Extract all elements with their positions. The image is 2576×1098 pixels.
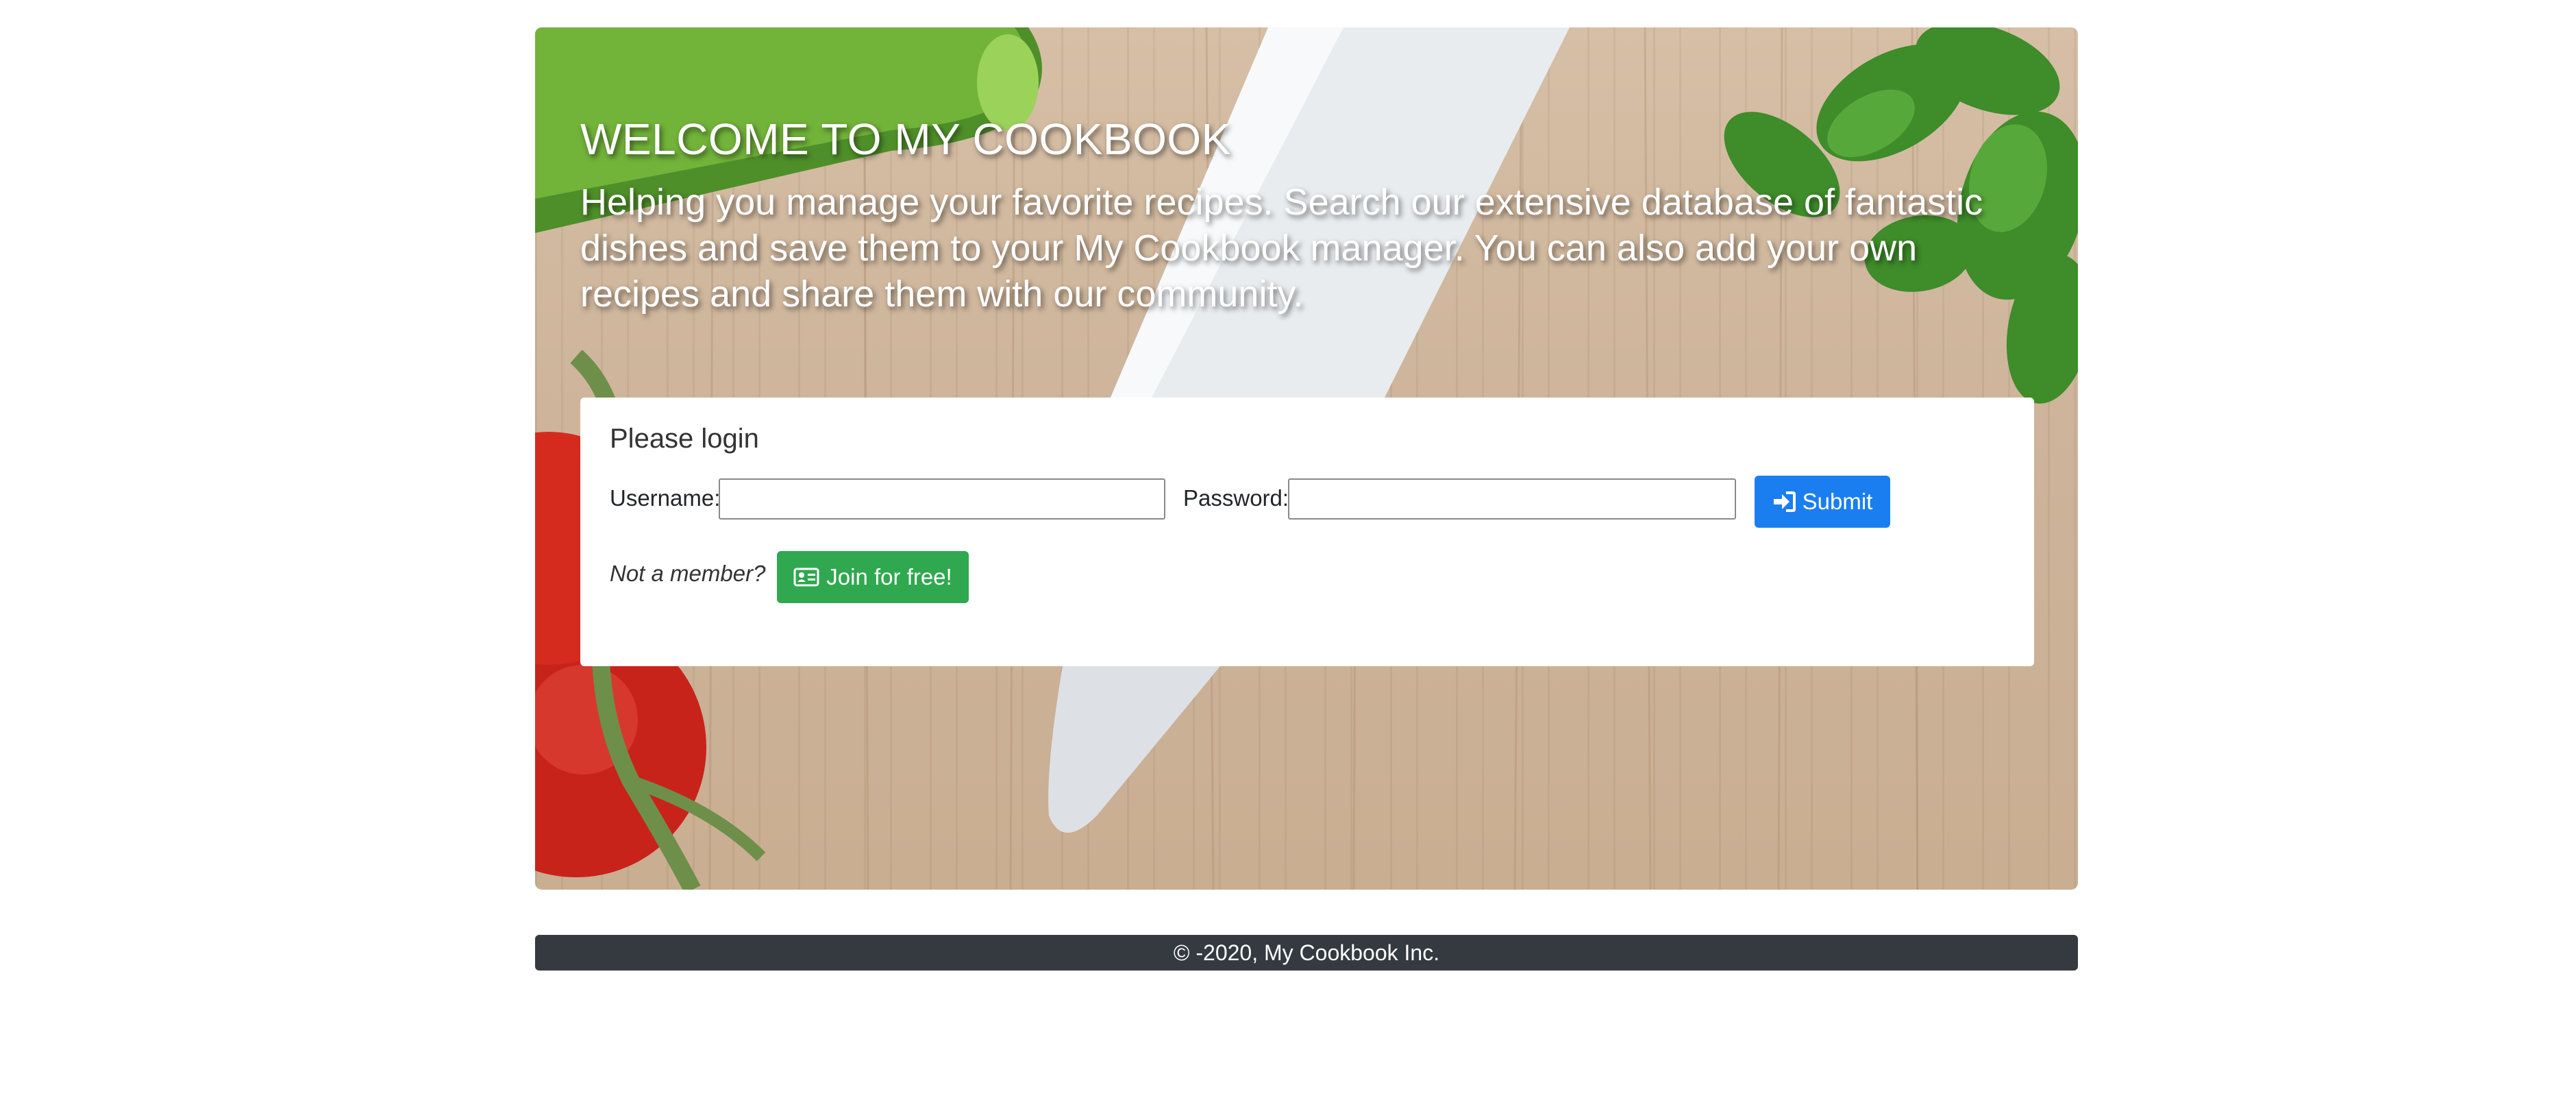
footer: © -2020, My Cookbook Inc. xyxy=(535,935,2078,971)
submit-label: Submit xyxy=(1802,489,1873,514)
username-input[interactable] xyxy=(719,478,1165,520)
submit-button[interactable]: Submit xyxy=(1755,476,1890,528)
sign-in-icon xyxy=(1772,491,1796,512)
id-card-icon xyxy=(793,567,819,587)
join-button[interactable]: Join for free! xyxy=(777,551,969,603)
footer-copyright: © -2020, My Cookbook Inc. xyxy=(1173,940,1440,965)
username-label: Username: xyxy=(610,485,721,511)
hero-title: WELCOME TO MY COOKBOOK xyxy=(580,114,1231,164)
password-label: Password: xyxy=(1183,485,1289,511)
not-member-text: Not a member? xyxy=(610,561,766,586)
password-input[interactable] xyxy=(1288,478,1736,520)
hero-subtitle: Helping you manage your favorite recipes… xyxy=(580,182,1983,315)
login-card: Please login Username: Password: Submit … xyxy=(580,398,2034,666)
hero-banner: WELCOME TO MY COOKBOOK Helping you manag… xyxy=(535,27,2078,890)
join-label: Join for free! xyxy=(826,564,952,589)
login-heading: Please login xyxy=(610,424,759,454)
page: WELCOME TO MY COOKBOOK Helping you manag… xyxy=(0,0,2576,1098)
